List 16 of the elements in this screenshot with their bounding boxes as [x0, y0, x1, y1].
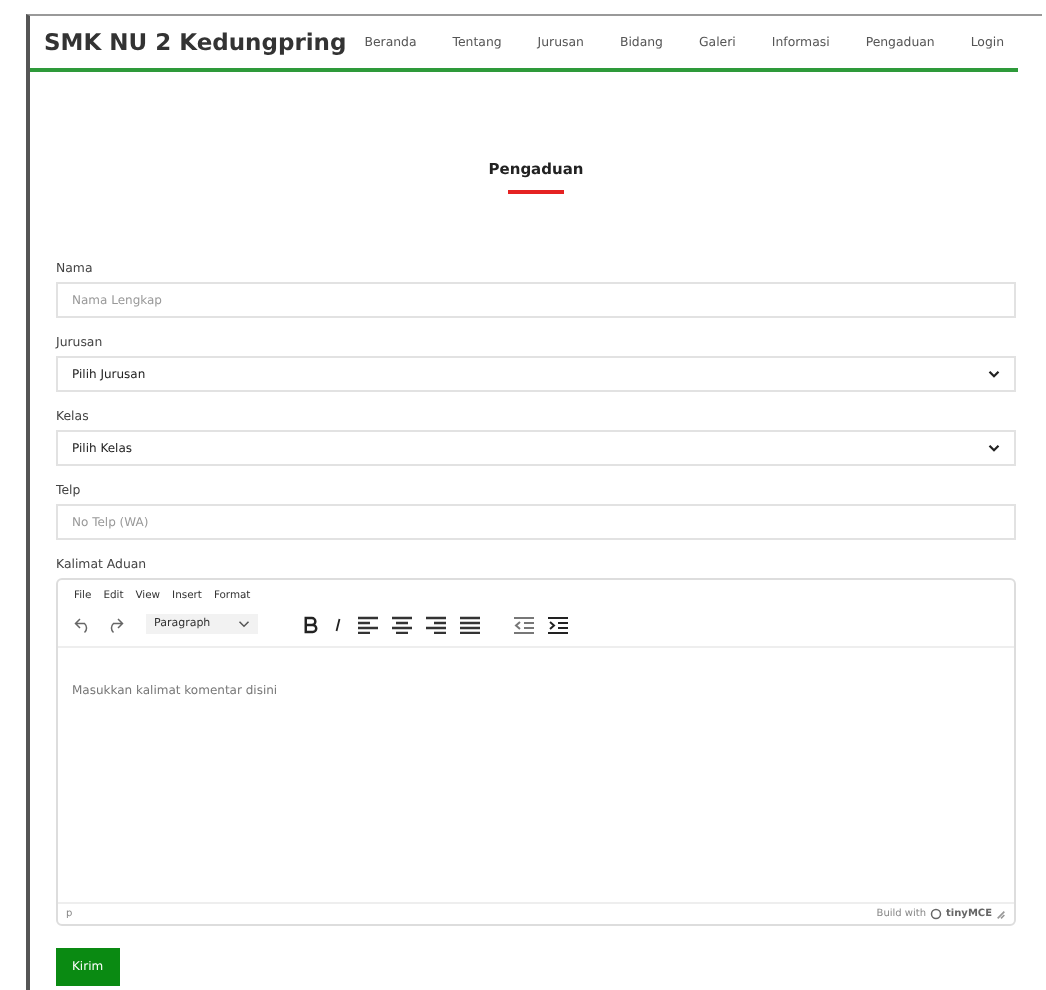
undo-icon[interactable]: [74, 615, 92, 633]
align-icon[interactable]: [426, 615, 447, 633]
italic-icon[interactable]: [332, 615, 345, 633]
heading-underline: [508, 190, 564, 194]
align-icon[interactable]: [392, 615, 413, 633]
outdent-icon[interactable]: [514, 615, 535, 633]
bold-icon[interactable]: [304, 615, 319, 633]
align-icon[interactable]: [460, 615, 481, 633]
resize-handle-icon[interactable]: [996, 909, 1006, 919]
chevron-icon: [238, 620, 251, 628]
site-title[interactable]: SMK NU 2 Kedungpring: [44, 28, 347, 56]
align-icon[interactable]: [358, 615, 379, 633]
caret-icon: [988, 370, 1000, 378]
indent-icon[interactable]: [548, 615, 569, 633]
redo-icon[interactable]: [106, 615, 124, 633]
caret-icon: [988, 444, 1000, 452]
